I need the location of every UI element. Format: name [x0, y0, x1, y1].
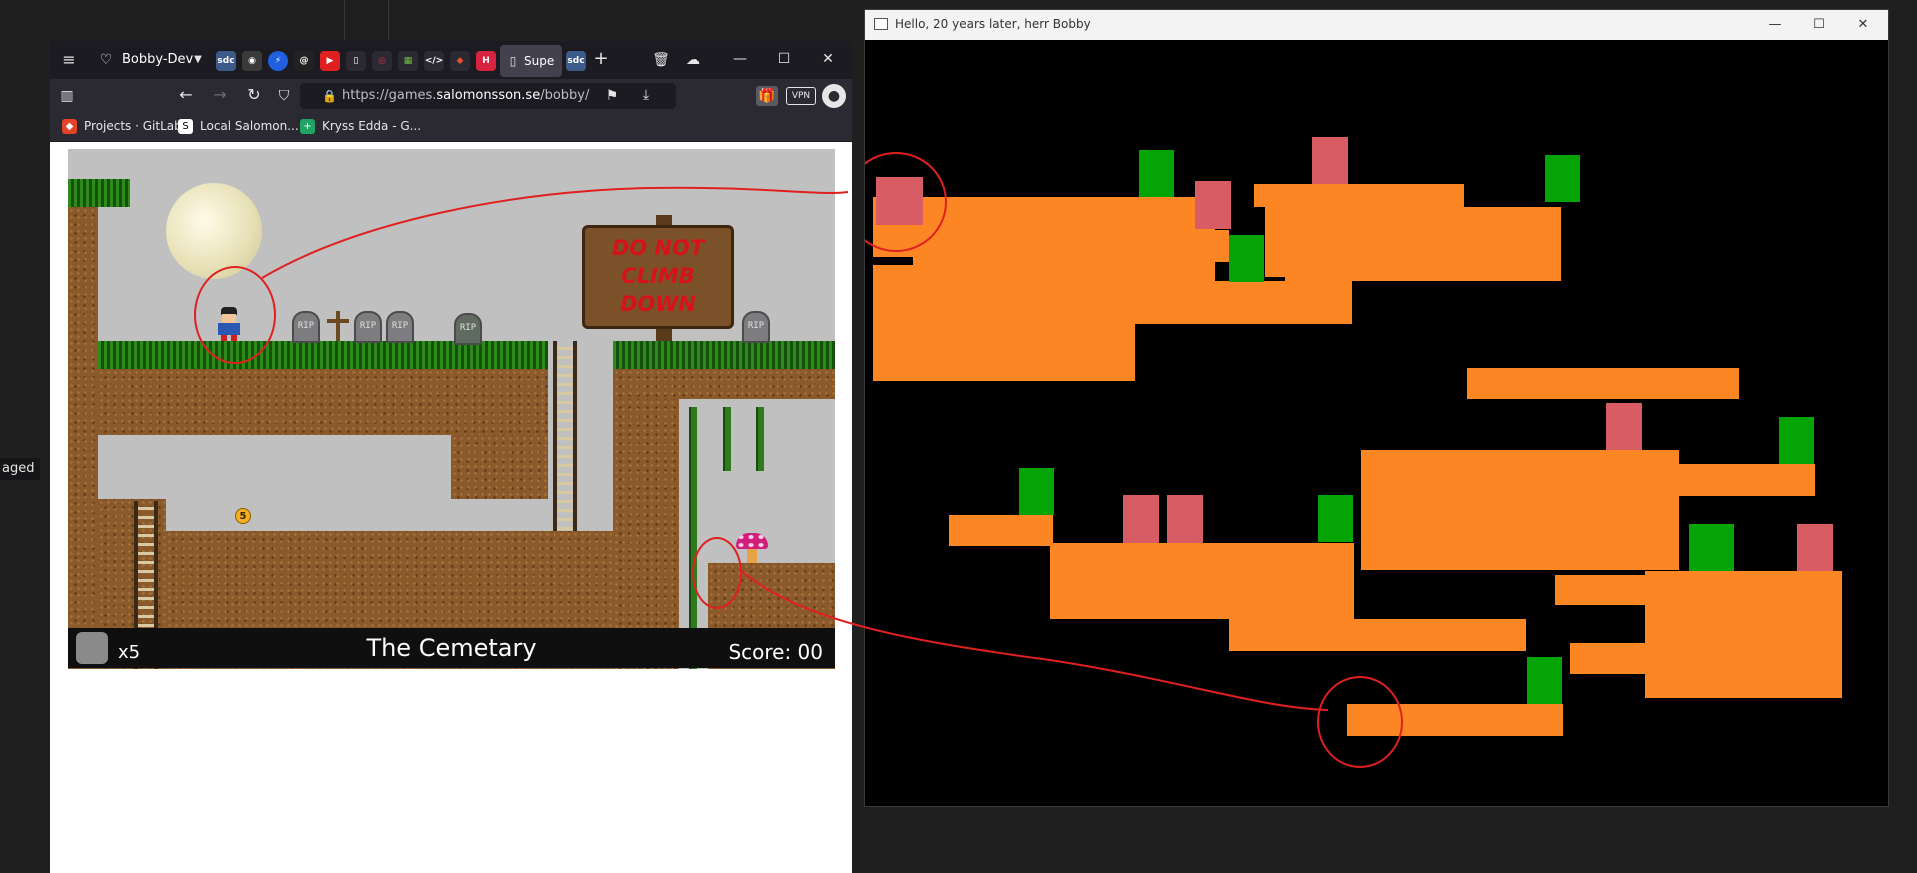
annotation-line — [261, 186, 849, 279]
annotation-lines — [261, 186, 1329, 711]
annotation-line — [739, 569, 1329, 711]
